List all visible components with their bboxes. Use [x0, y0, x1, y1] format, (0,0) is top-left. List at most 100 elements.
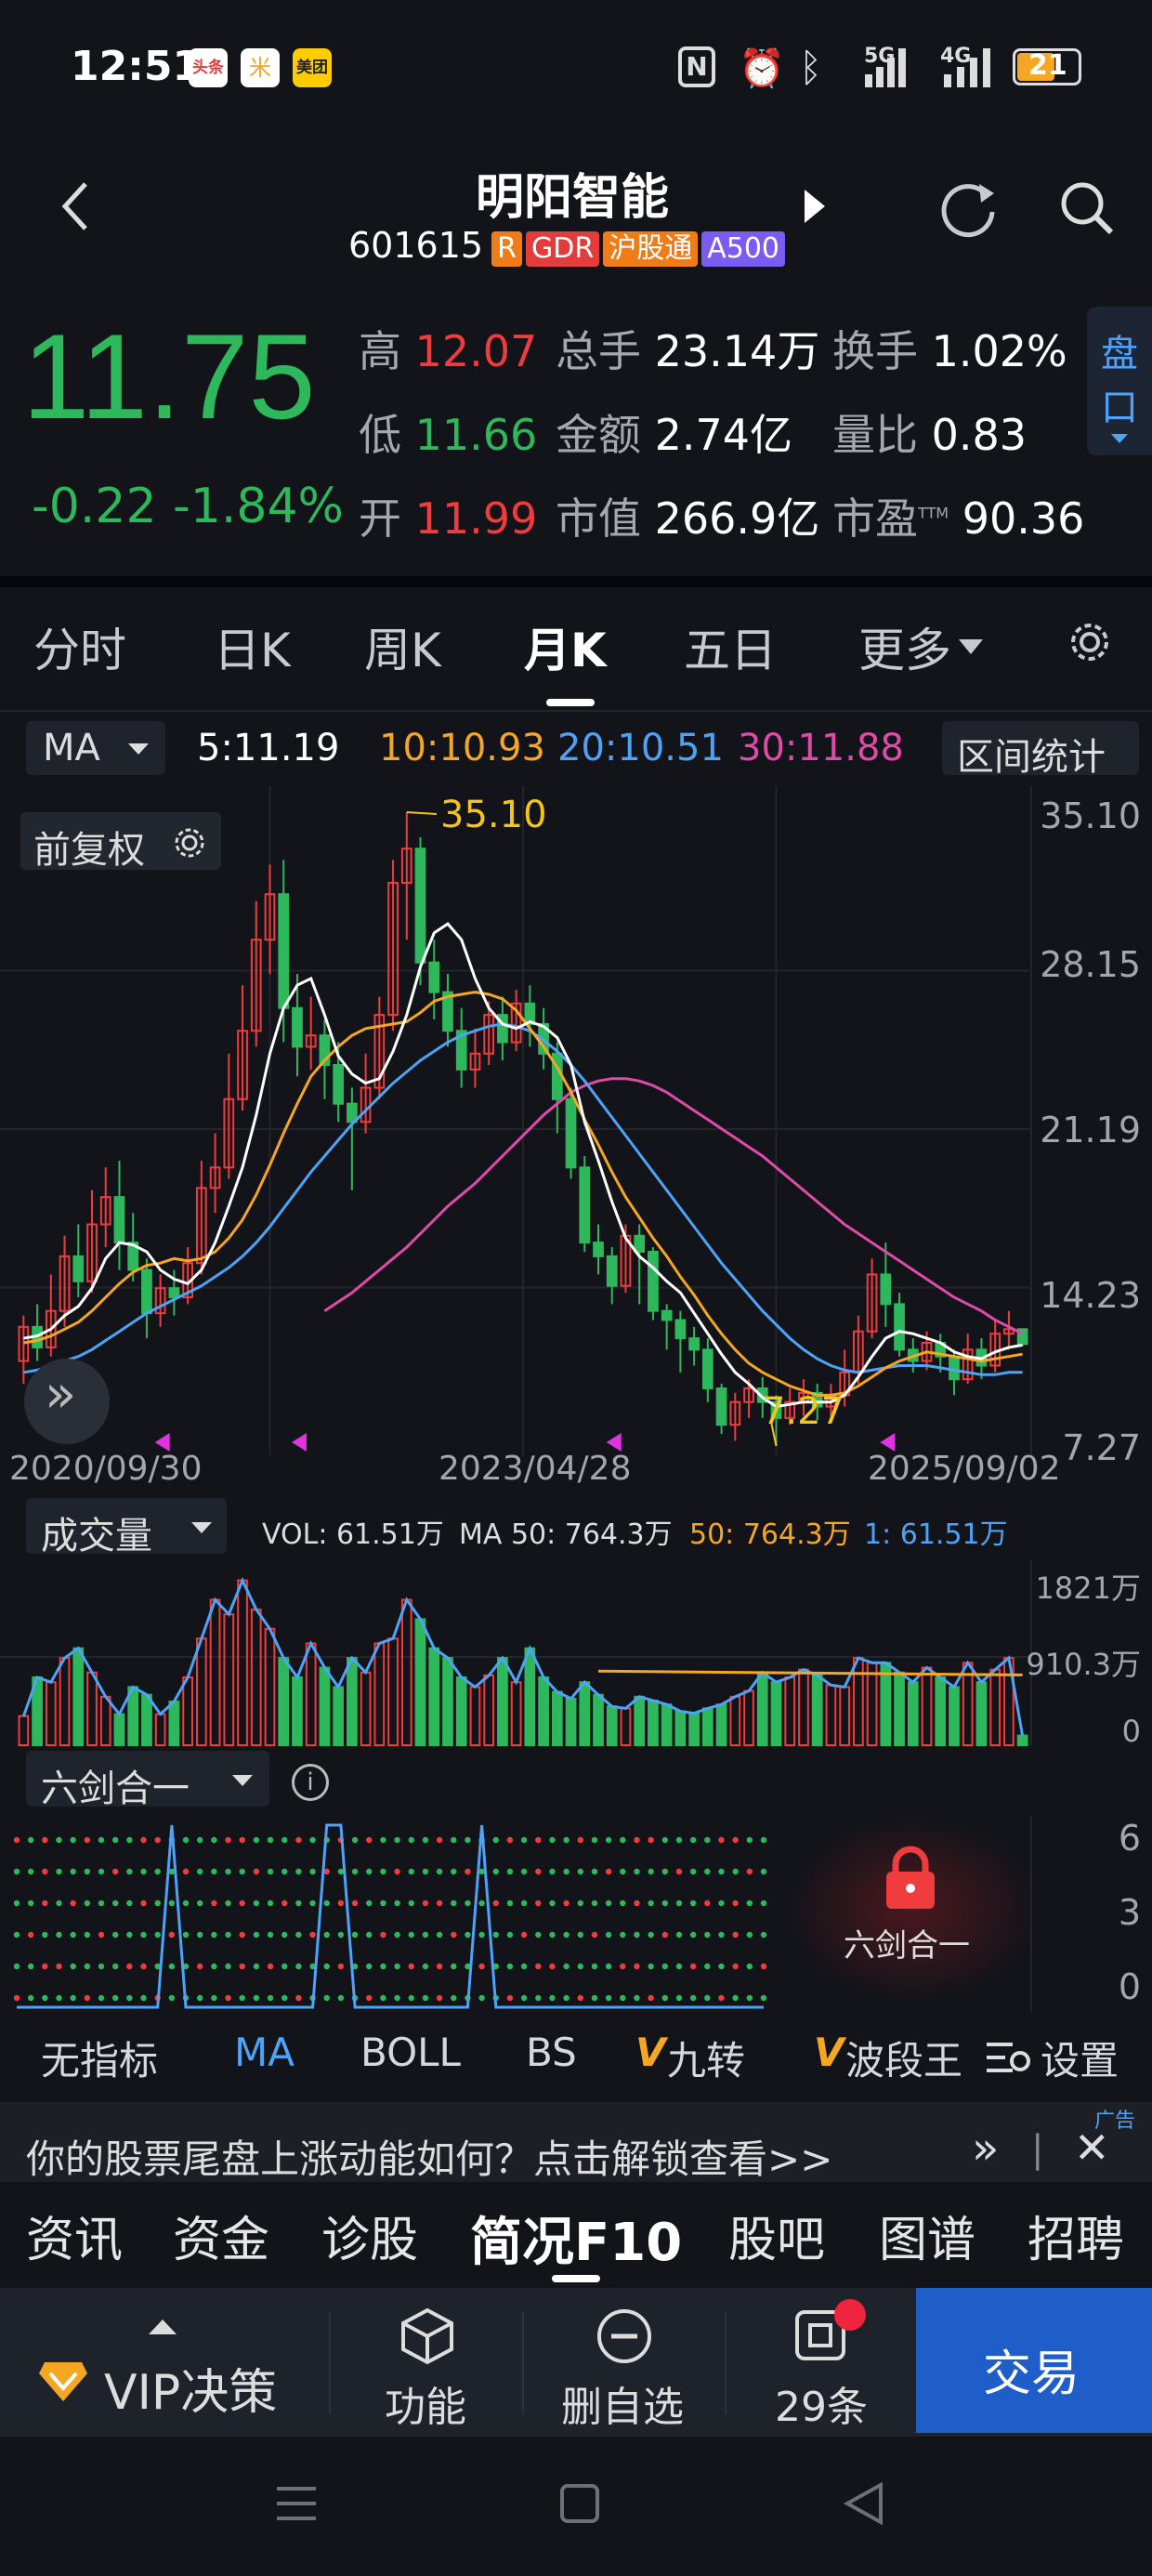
volume-bar [935, 1676, 947, 1747]
signal-dot [154, 1868, 161, 1875]
tab-five-day[interactable]: 五日 [684, 613, 777, 680]
battery-icon: 21 [1013, 48, 1081, 85]
signal-dot [675, 1994, 683, 2002]
ma-selector[interactable]: MA [26, 721, 165, 775]
signal-dot [211, 1868, 217, 1875]
signal-dot [563, 1994, 569, 2002]
expand-toggle[interactable]: » [24, 1359, 110, 1444]
signal-dot [451, 1899, 457, 1907]
caret-down-icon [1111, 434, 1128, 443]
tab-monthly-k[interactable]: 月K [524, 613, 607, 680]
volume-bar [620, 1707, 632, 1746]
event-marker [154, 1433, 170, 1452]
tab-daily-k[interactable]: 日K [214, 613, 291, 680]
signal-dot [732, 1899, 739, 1907]
stat-grid: 高 12.07 总手 23.14万 换手 1.02% 低 11.66 金额 2.… [359, 318, 1084, 569]
indicator-bs[interactable]: BS [526, 2030, 577, 2075]
tab-weekly-k[interactable]: 周K [364, 613, 441, 680]
home-icon[interactable] [559, 2483, 600, 2524]
six-tick-3: 0 [1118, 1966, 1141, 2007]
volume-bar [305, 1642, 317, 1746]
signal-dot [42, 1899, 48, 1907]
indicator-none[interactable]: 无指标 [41, 2030, 158, 2086]
kline-svg[interactable] [0, 786, 1152, 1492]
tab-diagnose[interactable]: 诊股 [321, 2201, 418, 2270]
ad-more-icon[interactable]: » [972, 2123, 999, 2175]
signal-dot [366, 1994, 373, 2002]
vip-decision-button[interactable]: VIP决策 [0, 2288, 327, 2437]
signal-dot [591, 1836, 598, 1844]
signal-dot [422, 1963, 429, 1970]
remove-watchlist-button[interactable]: 删自选 [524, 2288, 725, 2437]
range-stats-button[interactable]: 区间统计 [942, 721, 1139, 779]
tab-graph[interactable]: 图谱 [879, 2201, 975, 2270]
refresh-icon[interactable] [938, 177, 1000, 238]
six-sword-panel[interactable]: 六剑合一 i 六剑合一 6 3 0 [0, 1751, 1152, 2020]
volume-bar [360, 1671, 372, 1746]
signal-dot [661, 1868, 669, 1875]
signal-dot [760, 1963, 767, 1970]
signal-dot [111, 1868, 119, 1875]
signal-dot [422, 1899, 429, 1907]
tab-funds[interactable]: 资金 [173, 2201, 269, 2270]
back-nav-icon[interactable] [842, 2481, 886, 2526]
ad-close-icon[interactable]: ✕ [1074, 2123, 1110, 2173]
volume-panel[interactable]: 成交量 VOL: 61.51万 MA 50: 764.3万 50: 764.3万… [0, 1494, 1152, 1749]
tab-more[interactable]: 更多 [858, 613, 951, 680]
signal-dot [591, 1868, 598, 1875]
signal-dot [225, 1868, 231, 1875]
indicator-boduanwang[interactable]: 波段王 [845, 2030, 962, 2086]
tab-guba[interactable]: 股吧 [728, 2201, 825, 2270]
volume-bar [661, 1703, 673, 1746]
indicator-boll[interactable]: BOLL [360, 2030, 461, 2075]
candle-body [880, 1273, 892, 1306]
lock-overlay[interactable]: 六剑合一 [788, 1816, 1037, 2002]
signal-dot [648, 1868, 654, 1875]
trade-button[interactable]: 交易 [916, 2288, 1152, 2433]
tab-fenshi[interactable]: 分时 [33, 613, 126, 680]
indicator-jiuzhuan[interactable]: 九转 [667, 2030, 745, 2086]
pankou-button[interactable]: 盘 口 [1087, 307, 1152, 455]
tab-news[interactable]: 资讯 [26, 2201, 123, 2270]
settings-gear-icon[interactable] [1067, 619, 1113, 665]
signal-dot [492, 1899, 499, 1907]
signal-dot [465, 1836, 471, 1844]
tab-f10[interactable]: 简况F10 [470, 2201, 682, 2276]
six-tick-1: 6 [1118, 1818, 1141, 1859]
stat-amount: 金额 2.74亿 [556, 410, 793, 460]
signal-dot [27, 1994, 34, 2002]
stat-low: 低 11.66 [359, 410, 538, 460]
function-button[interactable]: 功能 [331, 2288, 522, 2437]
search-icon[interactable] [1057, 178, 1117, 238]
menu-icon[interactable] [275, 2483, 318, 2524]
signal-dot [239, 1836, 245, 1844]
event-marker [291, 1433, 307, 1452]
signal-dot [225, 1963, 231, 1970]
candlestick-chart[interactable]: 前复权 » 35.10 28.15 21.19 14.23 7.27 2020/… [0, 786, 1152, 1492]
volume-ma50-line [597, 1669, 1023, 1676]
next-stock-icon[interactable] [801, 188, 829, 225]
adjust-selector[interactable]: 前复权 [20, 812, 221, 872]
signal-dot [634, 1836, 640, 1844]
signal-dot [197, 1899, 203, 1907]
back-icon[interactable] [58, 178, 95, 234]
x-label-mid: 2023/04/28 [439, 1450, 632, 1488]
stock-code: 601615 [348, 225, 484, 266]
signal-dot [436, 1836, 443, 1844]
volume-svg[interactable] [0, 1494, 1152, 1747]
volume-bar [18, 1715, 30, 1746]
volume-bar [989, 1668, 1001, 1747]
signal-dot [309, 1899, 316, 1907]
ad-banner[interactable]: 广告 你的股票尾盘上涨动能如何？点击解锁查看>> » | ✕ [0, 2102, 1152, 2182]
signal-dot [56, 1963, 62, 1970]
tab-recruit[interactable]: 招聘 [1028, 2201, 1124, 2270]
signal-dot [281, 1899, 288, 1907]
header: 明阳智能 601615 R GDR 沪股通 A500 [0, 139, 1152, 316]
signal-dot [634, 1994, 640, 2002]
signal-dot [605, 1963, 612, 1970]
indicator-ma[interactable]: MA [234, 2030, 295, 2075]
status-time: 12:51 [71, 43, 202, 90]
indicator-settings[interactable]: 设置 [1041, 2030, 1119, 2086]
ask-button[interactable]: 29条 [727, 2288, 916, 2437]
signal-dot [451, 1931, 457, 1939]
